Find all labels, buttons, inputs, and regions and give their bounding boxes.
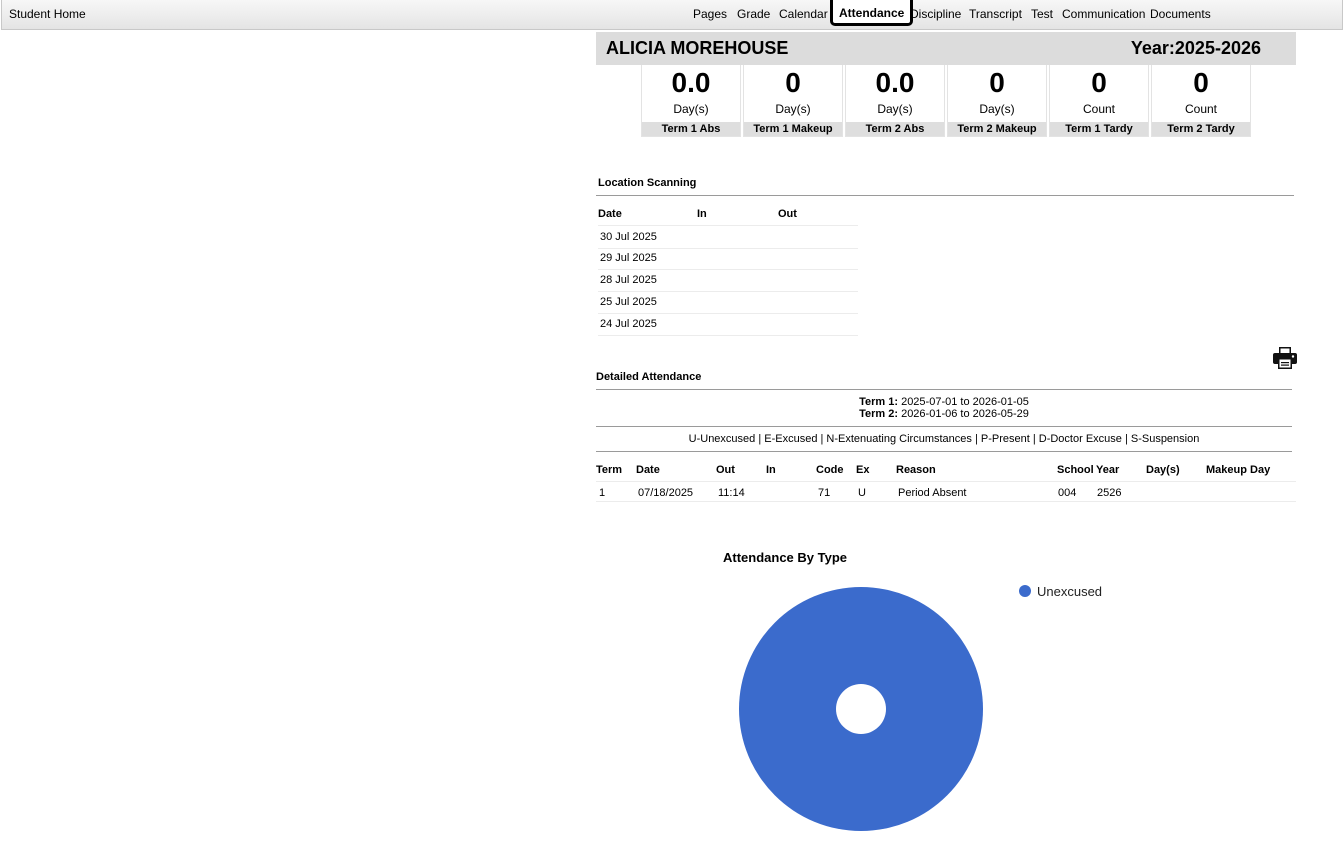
pie-center-hole — [836, 684, 886, 734]
chart-legend: Unexcused — [1019, 584, 1102, 599]
attendance-by-type-chart — [739, 587, 983, 831]
legend-swatch — [1019, 585, 1031, 597]
legend-label: Unexcused — [1037, 584, 1103, 599]
